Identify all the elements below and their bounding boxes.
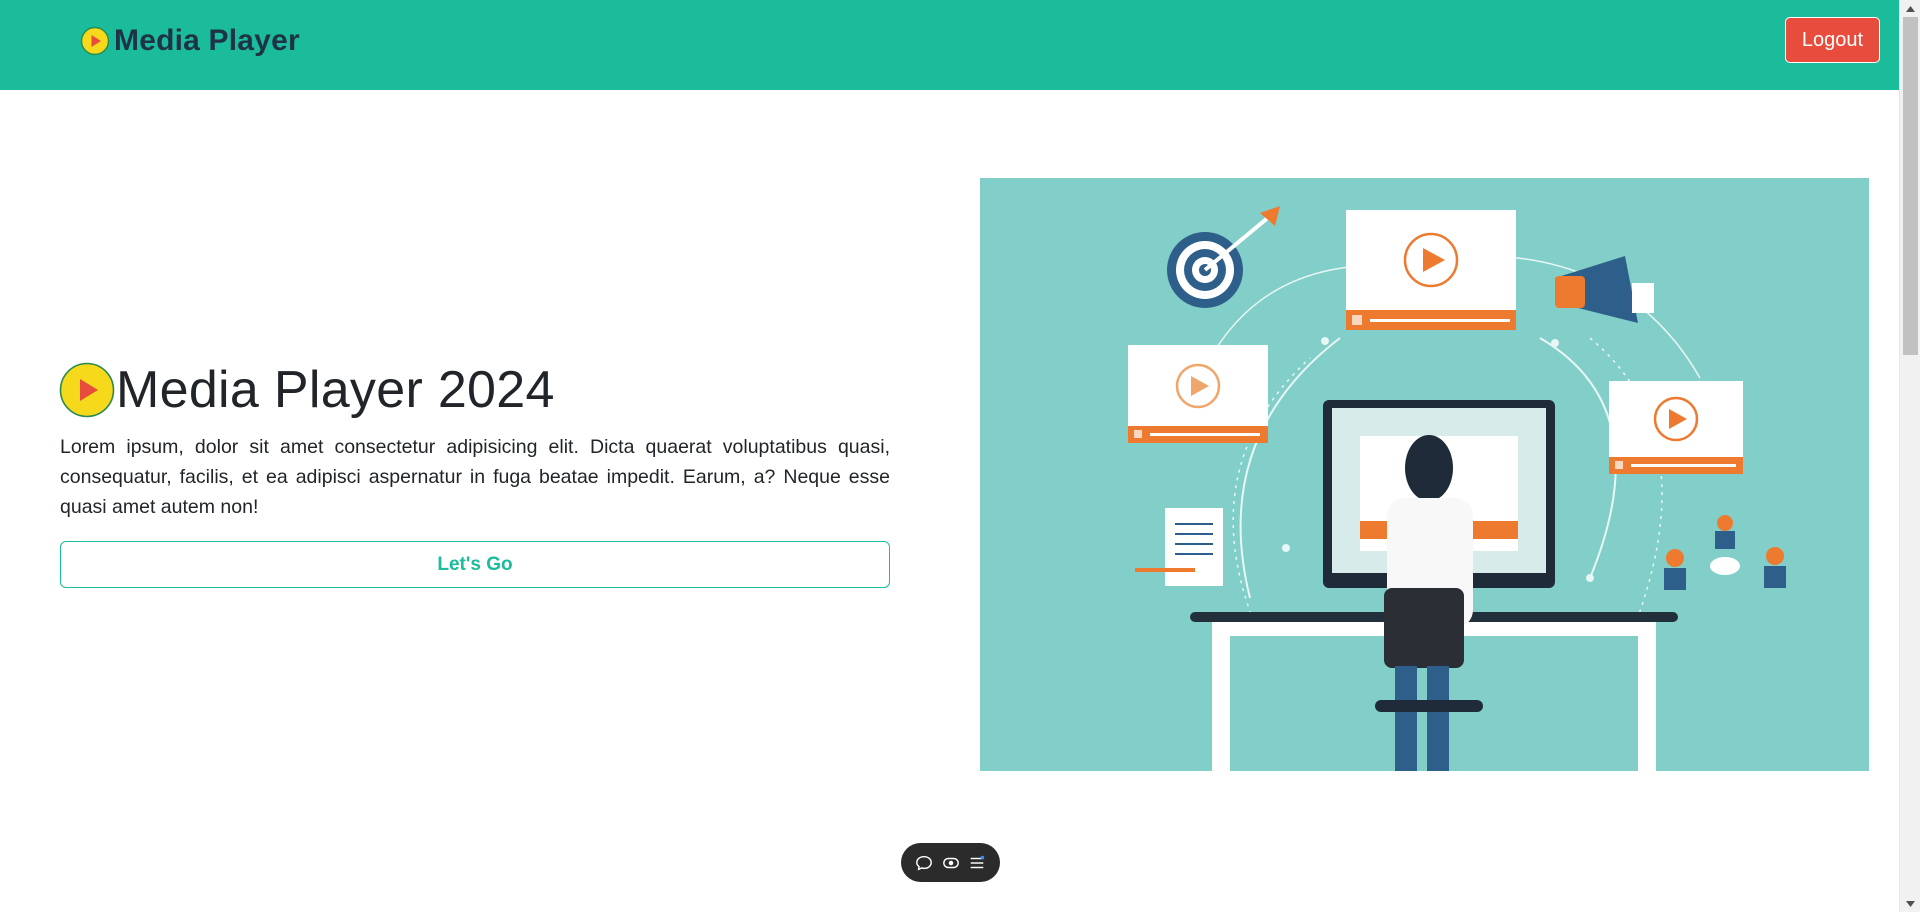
hero-title: Media Player 2024 [59, 360, 555, 420]
logout-button[interactable]: Logout [1785, 17, 1880, 63]
vertical-scrollbar[interactable] [1899, 0, 1920, 912]
menu-list-icon[interactable] [966, 852, 988, 874]
scroll-up-icon[interactable] [1900, 0, 1920, 17]
hero-heading: Media Player 2024 [116, 361, 555, 419]
video-marketing-illustration [980, 178, 1869, 771]
scroll-down-icon[interactable] [1900, 895, 1920, 912]
comment-icon[interactable] [913, 852, 935, 874]
lets-go-button[interactable]: Let's Go [60, 541, 890, 588]
brand-link[interactable]: Media Player [80, 21, 300, 61]
scrollbar-thumb[interactable] [1903, 17, 1918, 355]
navbar: Media Player Logout [0, 0, 1899, 90]
play-logo-icon [80, 26, 110, 56]
hero-description: Lorem ipsum, dolor sit amet consectetur … [60, 436, 890, 518]
floating-toolbar [901, 843, 1000, 882]
brand-text: Media Player [114, 24, 300, 57]
eye-icon[interactable] [940, 852, 962, 874]
play-logo-icon [59, 362, 115, 418]
viewport: Media Player Logout Media Player 2024 Lo… [0, 0, 1920, 912]
